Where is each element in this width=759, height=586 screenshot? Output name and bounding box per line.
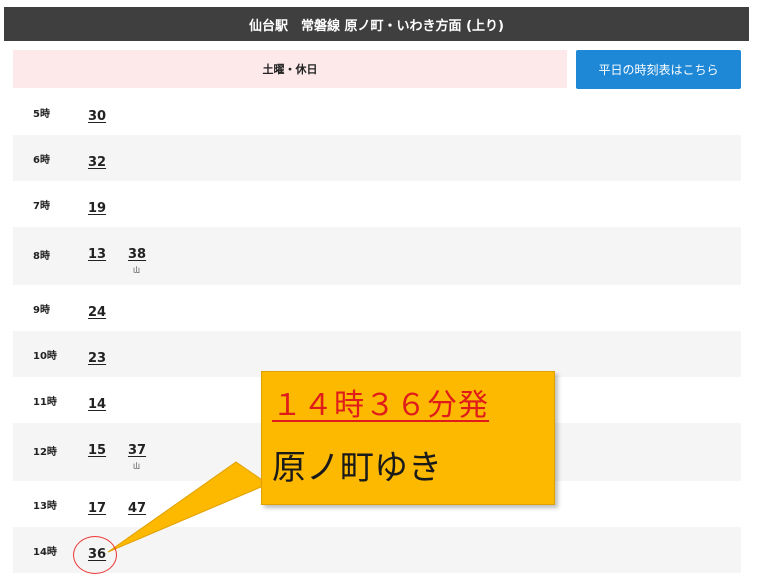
hour-label: 6時 bbox=[33, 155, 50, 166]
callout-box: １４時３６分発 原ノ町ゆき bbox=[261, 371, 555, 505]
departure-minute[interactable]: 17 bbox=[88, 501, 106, 516]
departure-minute[interactable]: 37 bbox=[128, 443, 146, 458]
hour-label: 13時 bbox=[33, 501, 57, 512]
departure-minute[interactable]: 32 bbox=[88, 155, 106, 170]
callout-destination: 原ノ町ゆき bbox=[272, 448, 442, 488]
departure-note: 山 bbox=[133, 266, 140, 274]
hour-label: 5時 bbox=[33, 109, 50, 120]
hour-label: 9時 bbox=[33, 305, 50, 316]
departure-minute[interactable]: 13 bbox=[88, 247, 106, 262]
hour-label: 12時 bbox=[33, 447, 57, 458]
departure-minute[interactable]: 38 bbox=[128, 247, 146, 262]
timetable-row: 7時 19 bbox=[13, 181, 741, 227]
highlight-circle bbox=[73, 536, 117, 574]
hour-label: 7時 bbox=[33, 201, 50, 212]
hour-label: 10時 bbox=[33, 351, 57, 362]
weekday-timetable-button[interactable]: 平日の時刻表はこちら bbox=[576, 50, 741, 89]
timetable-row: 9時 24 bbox=[13, 285, 741, 331]
departure-minute[interactable]: 15 bbox=[88, 443, 106, 458]
timetable-row: 6時 32 bbox=[13, 135, 741, 181]
departure-minute[interactable]: 24 bbox=[88, 305, 106, 320]
timetable-row: 14時 36 bbox=[13, 527, 741, 573]
departure-minute[interactable]: 30 bbox=[88, 109, 106, 124]
callout-departure-time: １４時３６分発 bbox=[272, 388, 489, 423]
departure-minute[interactable]: 47 bbox=[128, 501, 146, 516]
page-title: 仙台駅 常磐線 原ノ町・いわき方面 (上り) bbox=[4, 7, 749, 41]
departure-minute[interactable]: 23 bbox=[88, 351, 106, 366]
hour-label: 8時 bbox=[33, 251, 50, 262]
timetable-row: 5時 30 bbox=[13, 89, 741, 135]
departure-note: 山 bbox=[133, 462, 140, 470]
timetable-page: 仙台駅 常磐線 原ノ町・いわき方面 (上り) 土曜・休日 平日の時刻表はこちら … bbox=[0, 0, 759, 586]
timetable-row: 8時 13 38 山 bbox=[13, 227, 741, 285]
hour-label: 14時 bbox=[33, 547, 57, 558]
departure-minute[interactable]: 19 bbox=[88, 201, 106, 216]
day-type-label: 土曜・休日 bbox=[13, 50, 567, 88]
hour-label: 11時 bbox=[33, 397, 57, 408]
departure-minute[interactable]: 14 bbox=[88, 397, 106, 412]
